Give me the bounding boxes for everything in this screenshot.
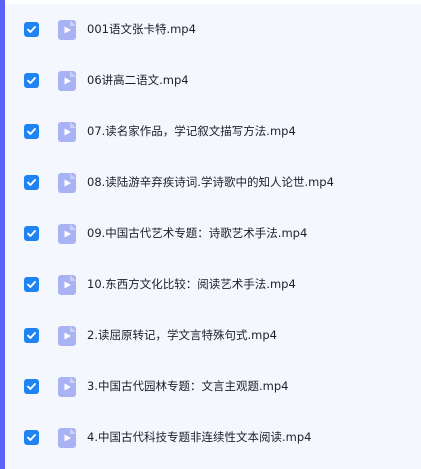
video-file-icon (58, 20, 76, 40)
file-name[interactable]: 001语文张卡特.mp4 (87, 21, 196, 37)
file-name[interactable]: 4.中国古代科技专题非连续性文本阅读.mp4 (87, 429, 311, 445)
file-row[interactable]: 09.中国古代艺术专题：诗歌艺术手法.mp4 (0, 208, 421, 259)
file-name[interactable]: 06讲高二语文.mp4 (87, 72, 189, 88)
video-file-icon (58, 173, 76, 193)
file-row[interactable]: 10.东西方文化比较：阅读艺术手法.mp4 (0, 259, 421, 310)
file-row[interactable]: 2.读屈原转记，学文言特殊句式.mp4 (0, 310, 421, 361)
checkbox-checked-icon[interactable] (24, 379, 39, 394)
file-name[interactable]: 3.中国古代园林专题：文言主观题.mp4 (87, 378, 288, 394)
file-name[interactable]: 08.读陆游辛弃疾诗词.学诗歌中的知人论世.mp4 (87, 174, 334, 190)
file-name[interactable]: 07.读名家作品，学记叙文描写方法.mp4 (87, 123, 296, 139)
checkbox-checked-icon[interactable] (24, 328, 39, 343)
file-name[interactable]: 09.中国古代艺术专题：诗歌艺术手法.mp4 (87, 225, 307, 241)
checkbox-checked-icon[interactable] (24, 175, 39, 190)
checkbox-checked-icon[interactable] (24, 124, 39, 139)
video-file-icon (58, 428, 76, 448)
video-file-icon (58, 377, 76, 397)
checkbox-checked-icon[interactable] (24, 73, 39, 88)
checkbox-checked-icon[interactable] (24, 277, 39, 292)
file-row[interactable]: 001语文张卡特.mp4 (0, 4, 421, 55)
video-file-icon (58, 122, 76, 142)
file-name[interactable]: 10.东西方文化比较：阅读艺术手法.mp4 (87, 276, 296, 292)
file-list: 001语文张卡特.mp4 06讲高二语文.mp4 07.读名家作品，学记叙文描写… (0, 4, 421, 463)
file-row[interactable]: 07.读名家作品，学记叙文描写方法.mp4 (0, 106, 421, 157)
file-row[interactable]: 4.中国古代科技专题非连续性文本阅读.mp4 (0, 412, 421, 463)
video-file-icon (58, 224, 76, 244)
video-file-icon (58, 275, 76, 295)
file-row[interactable]: 3.中国古代园林专题：文言主观题.mp4 (0, 361, 421, 412)
file-row[interactable]: 08.读陆游辛弃疾诗词.学诗歌中的知人论世.mp4 (0, 157, 421, 208)
video-file-icon (58, 326, 76, 346)
checkbox-checked-icon[interactable] (24, 430, 39, 445)
checkbox-checked-icon[interactable] (24, 226, 39, 241)
file-row[interactable]: 06讲高二语文.mp4 (0, 55, 421, 106)
file-selection-panel: 001语文张卡特.mp4 06讲高二语文.mp4 07.读名家作品，学记叙文描写… (0, 0, 421, 469)
checkbox-checked-icon[interactable] (24, 22, 39, 37)
file-name[interactable]: 2.读屈原转记，学文言特殊句式.mp4 (87, 327, 277, 343)
video-file-icon (58, 71, 76, 91)
